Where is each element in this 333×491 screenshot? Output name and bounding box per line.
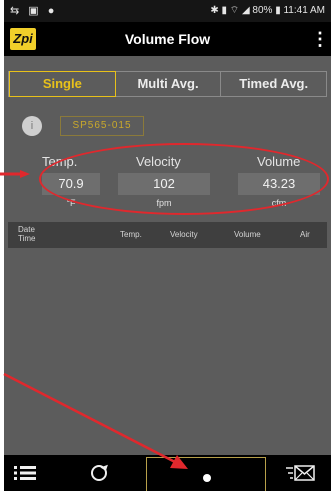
col-velocity: Velocity <box>170 230 198 239</box>
status-right-info: ✱ ▮ ⌔ ◢ 80% ▮ 11:41 AM <box>210 5 325 16</box>
col-air: Air <box>300 230 310 239</box>
annotation-arrow-record <box>3 372 188 469</box>
probe-id-badge[interactable]: SP565-015 <box>60 116 144 136</box>
tab-single[interactable]: Single <box>9 71 116 97</box>
status-left-icons: ⇆ ▣ ● <box>10 5 58 17</box>
app-bar: Zpi Volume Flow ⋮ <box>4 22 331 56</box>
overflow-menu-icon[interactable]: ⋮ <box>311 29 329 49</box>
readings-table-header: Date Time Temp. Velocity Volume Air <box>8 222 327 248</box>
col-date-label: Date <box>18 225 35 234</box>
col-date-time: Date Time <box>18 225 35 243</box>
col-volume: Volume <box>234 230 261 239</box>
page-title: Volume Flow <box>124 31 211 47</box>
annotation-arrow-readings <box>0 170 30 178</box>
col-temp: Temp. <box>120 230 142 239</box>
col-time-label: Time <box>18 234 36 243</box>
status-bar: ⇆ ▣ ● ✱ ▮ ⌔ ◢ 80% ▮ 11:41 AM <box>4 0 331 22</box>
tab-multi-avg[interactable]: Multi Avg. <box>116 72 222 96</box>
tab-timed-avg[interactable]: Timed Avg. <box>221 72 326 96</box>
record-dot-icon <box>203 474 211 482</box>
mode-tabs: Single Multi Avg. Timed Avg. <box>8 71 327 97</box>
probe-info-icon[interactable]: i <box>22 116 42 136</box>
email-icon[interactable] <box>286 463 316 483</box>
annotation-ellipse <box>39 143 329 215</box>
